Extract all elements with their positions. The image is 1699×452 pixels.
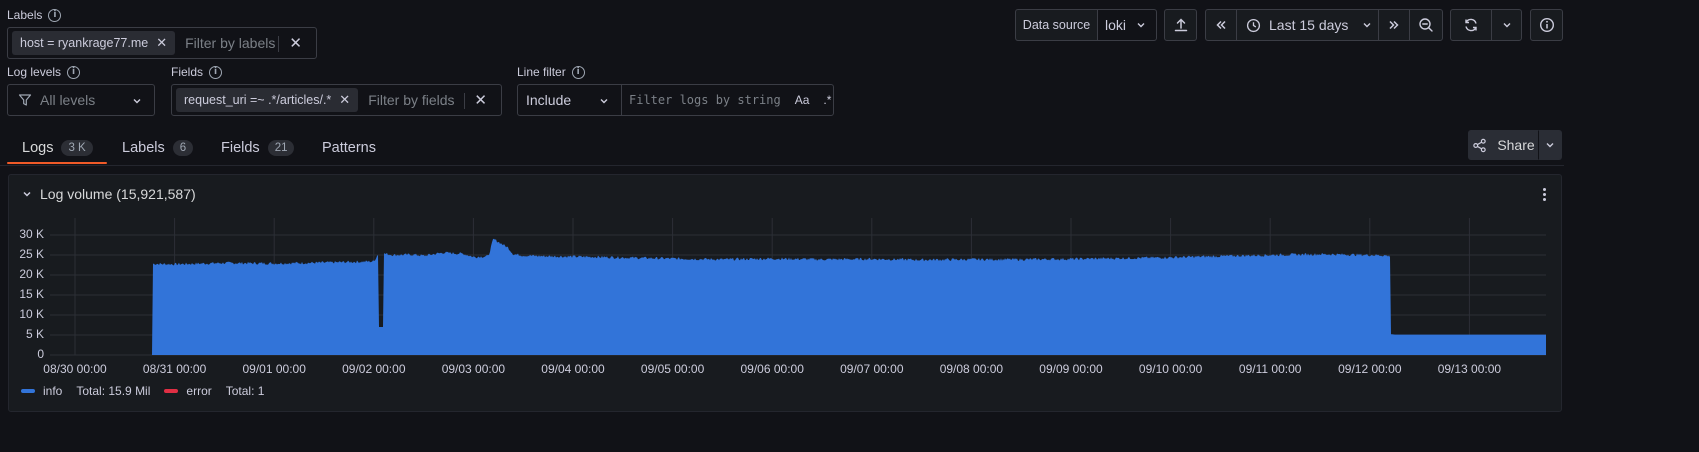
legend-label-info: info bbox=[43, 384, 63, 398]
legend-label-error: error bbox=[186, 384, 212, 398]
legend-total-error: Total: 1 bbox=[225, 384, 265, 398]
x-tick: 09/08 00:00 bbox=[939, 362, 1004, 376]
legend-swatch-info bbox=[21, 389, 35, 393]
chart-legend: info Total: 15.9 Mil error Total: 1 bbox=[21, 384, 264, 398]
legend-total-info: Total: 15.9 Mil bbox=[76, 384, 151, 398]
x-tick: 09/10 00:00 bbox=[1138, 362, 1203, 376]
x-tick: 09/06 00:00 bbox=[740, 362, 804, 376]
x-tick: 09/11 00:00 bbox=[1238, 362, 1302, 376]
x-tick: 09/12 00:00 bbox=[1338, 362, 1402, 376]
x-tick: 08/30 00:00 bbox=[43, 362, 107, 376]
legend-item-error[interactable]: error Total: 1 bbox=[164, 384, 264, 398]
x-tick: 09/04 00:00 bbox=[541, 362, 605, 376]
series-info-area bbox=[152, 238, 1546, 355]
legend-item-info[interactable]: info Total: 15.9 Mil bbox=[21, 384, 150, 398]
x-tick: 09/09 00:00 bbox=[1039, 362, 1103, 376]
x-tick: 09/05 00:00 bbox=[640, 362, 705, 376]
x-tick: 09/03 00:00 bbox=[441, 362, 506, 376]
x-tick: 09/01 00:00 bbox=[242, 362, 306, 376]
chart-series bbox=[152, 238, 1546, 355]
x-tick: 09/07 00:00 bbox=[840, 362, 904, 376]
x-tick: 09/13 00:00 bbox=[1437, 362, 1502, 376]
x-tick: 09/02 00:00 bbox=[342, 362, 406, 376]
x-tick: 08/31 00:00 bbox=[142, 362, 207, 376]
legend-swatch-error bbox=[164, 389, 179, 393]
